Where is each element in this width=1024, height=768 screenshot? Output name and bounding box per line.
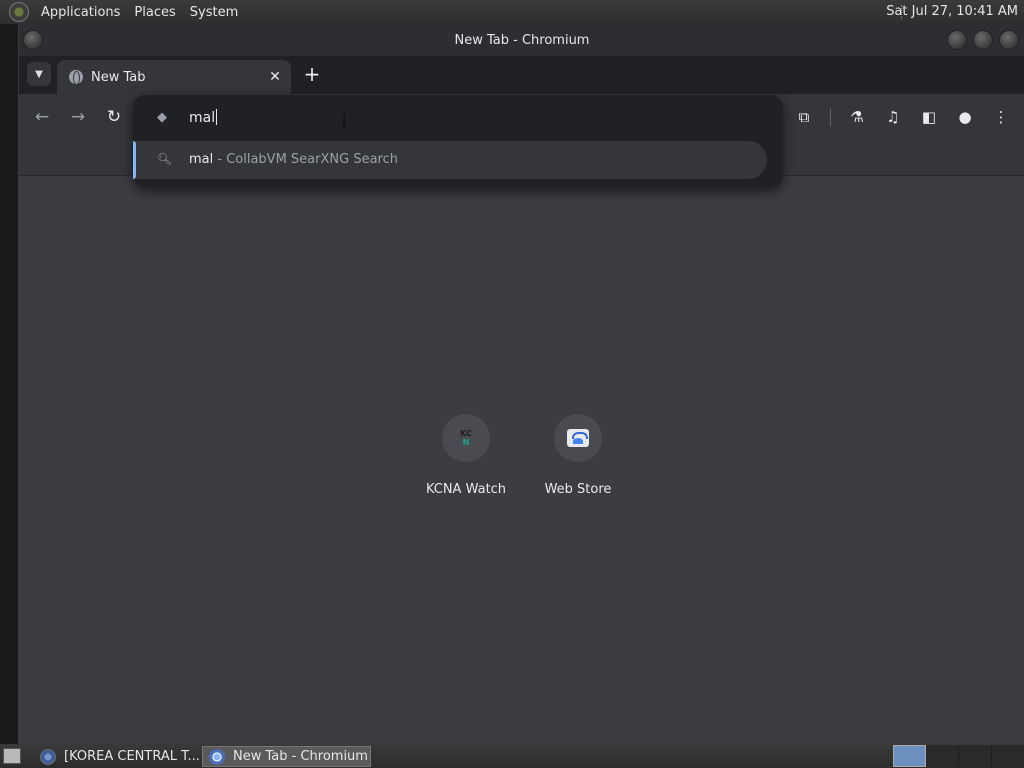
window-menu-button[interactable]: [23, 30, 43, 50]
extensions-puzzle-icon[interactable]: ⧉: [793, 106, 815, 128]
menu-kebab-icon[interactable]: ⋮: [990, 106, 1012, 128]
omnibox-text[interactable]: mal: [189, 109, 218, 126]
chromium-icon: [209, 748, 225, 765]
places-menu[interactable]: Places: [134, 5, 175, 20]
maximize-button[interactable]: [973, 30, 993, 50]
reload-icon[interactable]: ↻: [103, 106, 125, 128]
toolbar-divider: [830, 108, 831, 126]
shortcut-label: KCNA Watch: [425, 482, 507, 497]
shortcut-icon-circle: KC N: [442, 414, 490, 462]
close-window-button[interactable]: [999, 30, 1019, 50]
tab-strip: ▼ New Tab ✕ +: [19, 56, 1024, 94]
tab-title: New Tab: [91, 69, 146, 85]
minimize-button[interactable]: [947, 30, 967, 50]
suggestion-query: mal: [189, 152, 214, 167]
tab-new-tab[interactable]: New Tab ✕: [57, 60, 291, 94]
suggestion-selected-indicator: [133, 141, 136, 179]
taskbar-item-korea-central[interactable]: [KOREA CENTRAL T...: [34, 746, 200, 767]
window-title: New Tab - Chromium: [454, 32, 590, 48]
workspace-2[interactable]: [926, 745, 959, 767]
taskbar-item-label: New Tab - Chromium: [233, 749, 368, 764]
labs-flask-icon[interactable]: ⚗: [846, 106, 868, 128]
new-tab-button[interactable]: +: [301, 64, 323, 86]
bottom-panel: [KOREA CENTRAL T... New Tab - Chromium: [0, 744, 1024, 768]
workspace-3[interactable]: [959, 745, 992, 767]
new-tab-page: KC N KCNA Watch Web Store: [19, 176, 1024, 744]
web-store-icon: [567, 429, 589, 447]
shortcut-web-store[interactable]: Web Store: [528, 414, 628, 497]
shortcut-icon-circle: [554, 414, 602, 462]
clock[interactable]: Sat Jul 27, 10:41 AM: [886, 4, 1018, 19]
desktop-edge: [0, 24, 18, 744]
shortcut-label: Web Store: [544, 482, 612, 497]
workspace-1[interactable]: [893, 745, 926, 767]
side-panel-icon[interactable]: ◧: [918, 106, 940, 128]
browser-icon: [40, 748, 56, 765]
omnibox-suggestion[interactable]: 🔍︎ mal - CollabVM SearXNG Search: [133, 141, 767, 179]
chevron-down-icon: ▼: [35, 68, 43, 80]
globe-icon: [69, 70, 83, 85]
taskbar-item-chromium[interactable]: New Tab - Chromium: [202, 746, 371, 767]
search-icon: 🔍︎: [157, 152, 173, 166]
forward-arrow-icon[interactable]: →: [67, 106, 89, 128]
system-menu[interactable]: System: [190, 5, 238, 20]
top-panel: Applications Places System Sat Jul 27, 1…: [0, 0, 1024, 24]
omnibox-input[interactable]: ◆ mal: [133, 95, 783, 141]
back-arrow-icon[interactable]: ←: [31, 106, 53, 128]
omnibox-popup: ◆ mal 🔍︎ mal - CollabVM SearXNG Search: [133, 95, 783, 187]
window-titlebar[interactable]: New Tab - Chromium: [19, 24, 1024, 56]
media-queue-icon[interactable]: ♫: [882, 106, 904, 128]
shortcut-kcna-watch[interactable]: KC N KCNA Watch: [416, 414, 516, 497]
ibeam-cursor-icon: I: [341, 111, 348, 130]
suggestion-description: - CollabVM SearXNG Search: [213, 152, 398, 167]
taskbar-item-label: [KOREA CENTRAL T...: [64, 749, 200, 764]
search-engine-icon: ◆: [157, 110, 167, 125]
applications-menu[interactable]: Applications: [41, 5, 120, 20]
suggestion-text: mal - CollabVM SearXNG Search: [189, 152, 398, 167]
omnibox-value: mal: [189, 110, 216, 126]
profile-avatar-icon[interactable]: ●: [954, 106, 976, 128]
close-tab-icon[interactable]: ✕: [267, 69, 283, 85]
kcna-watch-logo-icon: KC N: [460, 429, 472, 447]
show-desktop-icon[interactable]: [3, 748, 21, 764]
gnome-foot-icon[interactable]: [9, 2, 29, 22]
text-caret: [216, 109, 218, 125]
tab-search-button[interactable]: ▼: [27, 62, 51, 86]
workspace-4[interactable]: [992, 745, 1024, 767]
workspace-switcher: [893, 745, 1024, 767]
